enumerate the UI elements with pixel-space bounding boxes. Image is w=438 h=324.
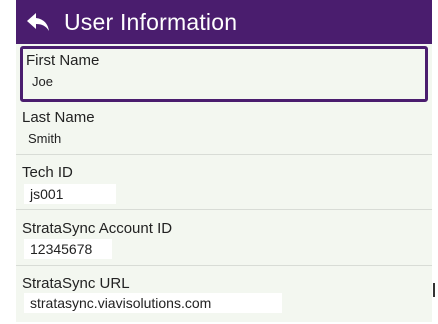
tech-id-field[interactable]: Tech ID js001 bbox=[16, 158, 432, 210]
back-button[interactable] bbox=[16, 0, 60, 44]
header-bar: User Information bbox=[16, 0, 432, 44]
left-margin bbox=[0, 0, 16, 324]
stratasync-url-input[interactable]: stratasync.viavisolutions.com bbox=[24, 293, 282, 313]
stratasync-account-id-label: StrataSync Account ID bbox=[22, 220, 173, 237]
tech-id-input[interactable]: js001 bbox=[24, 184, 116, 204]
last-name-field[interactable]: Last Name Smith bbox=[16, 103, 432, 155]
last-name-value: Smith bbox=[28, 131, 62, 146]
first-name-label: First Name bbox=[26, 52, 100, 69]
first-name-field[interactable]: First Name Joe bbox=[20, 46, 428, 102]
user-information-screen: User Information First Name Joe Last Nam… bbox=[16, 0, 432, 322]
last-name-label: Last Name bbox=[22, 109, 95, 126]
stratasync-account-id-field[interactable]: StrataSync Account ID 12345678 bbox=[16, 214, 432, 266]
stratasync-account-id-input[interactable]: 12345678 bbox=[24, 239, 112, 259]
stratasync-url-field[interactable]: StrataSync URL stratasync.viavisolutions… bbox=[16, 269, 432, 321]
first-name-value: Joe bbox=[32, 74, 53, 89]
scroll-indicator bbox=[433, 283, 435, 297]
tech-id-label: Tech ID bbox=[22, 164, 73, 181]
stratasync-url-label: StrataSync URL bbox=[22, 275, 130, 292]
page-title: User Information bbox=[64, 8, 238, 35]
back-arrow-icon bbox=[25, 11, 51, 33]
